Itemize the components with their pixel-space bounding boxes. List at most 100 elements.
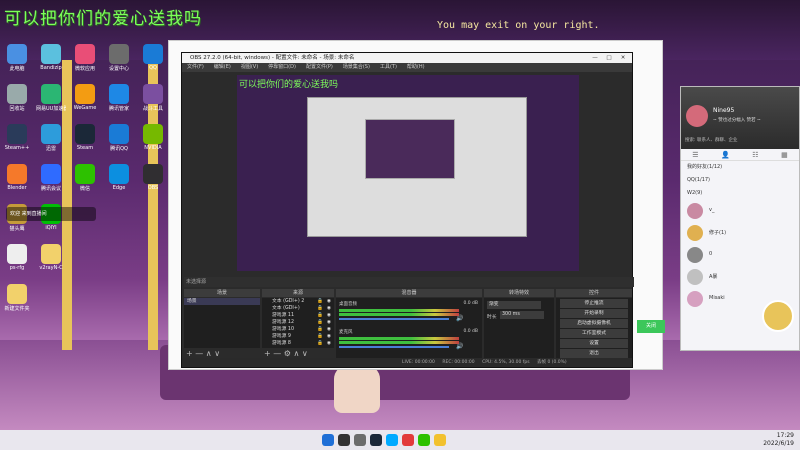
source-item[interactable]: 游戏源 11 ◉ 🔒 [262,312,334,319]
desktop-icon[interactable]: Bandizip [36,44,66,71]
desktop-icon[interactable]: ps-rfg [2,244,32,271]
taskbar-app-icon[interactable] [418,434,430,446]
close-icon[interactable]: ✕ [616,53,630,63]
taskbar-app-icon[interactable] [434,434,446,446]
taskbar-app-icon[interactable] [354,434,366,446]
taskbar-app-icon[interactable] [322,434,334,446]
desktop-icon[interactable]: 腾讯QQ [104,124,134,152]
menu-item[interactable]: 场景集合(S) [343,64,370,70]
qq-status-text[interactable]: ~ 赞也过分幅入 赞若 ~ [713,117,761,123]
source-item[interactable]: 游戏源 10 ◉ 🔒 [262,326,334,333]
desktop-icon[interactable]: 迅雷 [36,124,66,152]
up-icon[interactable]: ∧ [206,349,212,358]
desktop-icon[interactable]: WeGame [70,84,100,111]
eye-icon[interactable]: ◉ [327,326,331,333]
desktop-icon[interactable]: 新建文件夹 [2,284,32,312]
taskbar-app-icon[interactable] [386,434,398,446]
menu-item[interactable]: 配置文件(P) [306,64,333,70]
volume-slider[interactable] [339,346,449,348]
obs-preview[interactable]: 可以把你们的爱心送我吗 [237,75,579,271]
eye-icon[interactable]: ◉ [327,333,331,340]
gear-icon[interactable]: ⚙ [284,349,291,358]
qq-contact[interactable]: 修子(1) [681,222,799,244]
desktop-icon[interactable]: 此电脑 [2,44,32,72]
search-input[interactable]: 搜索: 联系人、群聊、企业 [685,137,795,143]
add-icon[interactable]: + [186,349,193,358]
desktop-icon[interactable]: Blender [2,164,32,191]
volume-slider[interactable] [339,318,449,320]
apps-icon[interactable]: ▦ [781,151,788,159]
desktop-icon[interactable]: v2rayN-C [36,244,66,271]
desktop-icon[interactable]: 设置中心 [104,44,134,72]
control-button[interactable]: 启动虚拟摄像机 [560,319,628,328]
source-item[interactable]: 游戏源 9 ◉ 🔒 [262,333,334,340]
control-button[interactable]: 退出 [560,349,628,358]
source-item[interactable]: 游戏源 8 ◉ 🔒 [262,340,334,347]
close-button[interactable]: 关闭 [637,320,665,333]
add-icon[interactable]: + [264,349,271,358]
duration-input[interactable]: 300 ms [500,311,544,319]
avatar[interactable] [686,105,708,127]
obs-titlebar[interactable]: OBS 27.2.0 (64-bit, windows) - 配置文件: 未命名… [182,53,632,63]
control-button[interactable]: 设置 [560,339,628,348]
menu-item[interactable]: 编辑(E) [214,64,231,70]
qq-contact[interactable]: A暴 [681,266,799,288]
menu-item[interactable]: 工具(T) [380,64,397,70]
desktop-icon[interactable]: NVIDIA [138,124,168,151]
taskbar-app-icon[interactable] [370,434,382,446]
source-item[interactable]: 游戏源 12 ◉ 🔒 [262,319,334,326]
menu-item[interactable]: 停靠窗口(D) [268,64,296,70]
qq-group[interactable]: 我的好友(1/12) [681,161,799,174]
taskbar-app-icon[interactable] [338,434,350,446]
obs-window[interactable]: OBS 27.2.0 (64-bit, windows) - 配置文件: 未命名… [181,52,634,368]
desktop-icon[interactable]: Edge [104,164,134,191]
remove-icon[interactable]: — [195,349,203,358]
lock-icon[interactable]: 🔒 [317,305,323,312]
down-icon[interactable]: ∨ [214,349,220,358]
qq-group[interactable]: W2(9) [681,187,799,200]
lock-icon[interactable]: 🔒 [317,298,323,305]
speaker-icon[interactable]: 🔊 [456,343,463,350]
desktop-icon[interactable]: 腾讯会议 [36,164,66,192]
desktop-icon[interactable]: QQ [138,44,168,71]
eye-icon[interactable]: ◉ [327,319,331,326]
qq-group[interactable]: QQ(1/17) [681,174,799,187]
minimize-icon[interactable]: — [588,53,602,63]
menu-item[interactable]: 视图(V) [241,64,258,70]
control-button[interactable]: 开始录制 [560,309,628,318]
scene-item[interactable]: 场景 [184,298,260,305]
source-item[interactable]: 文本 (GDI+) ◉ 🔒 [262,305,334,312]
chat-icon[interactable]: ☰ [692,151,698,159]
eye-icon[interactable]: ◉ [327,305,331,312]
desktop-icon[interactable]: Steam [70,124,100,151]
menu-item[interactable]: 帮助(H) [407,64,425,70]
lock-icon[interactable]: 🔒 [317,312,323,319]
down-icon[interactable]: ∨ [302,349,308,358]
lock-icon[interactable]: 🔒 [317,326,323,333]
contacts-icon[interactable]: 👤 [721,151,730,159]
maximize-icon[interactable]: □ [602,53,616,63]
eye-icon[interactable]: ◉ [327,340,331,347]
source-item[interactable]: 文本 (GDI+) 2 ◉ 🔒 [262,298,334,305]
desktop-icon[interactable]: 腾讯管家 [104,84,134,112]
desktop-icon[interactable]: OBS [138,164,168,191]
taskbar-app-icon[interactable] [402,434,414,446]
desktop-icon[interactable]: 回收站 [2,84,32,112]
speaker-icon[interactable]: 🔊 [456,315,463,322]
qq-contact[interactable]: 0 [681,244,799,266]
control-button[interactable]: 停止推流 [560,299,628,308]
taskbar-clock[interactable]: 17:29 2022/6/19 [763,432,794,448]
remove-icon[interactable]: — [273,349,281,358]
desktop-icon[interactable]: Steam++ [2,124,32,151]
desktop-icon[interactable]: 微信 [70,164,100,192]
lock-icon[interactable]: 🔒 [317,319,323,326]
desktop-icon[interactable]: 战斗工具 [138,84,168,112]
qq-contact[interactable]: v_ [681,200,799,222]
lock-icon[interactable]: 🔒 [317,340,323,347]
lock-icon[interactable]: 🔒 [317,333,323,340]
desktop-icon[interactable]: 微软应用 [70,44,100,72]
group-icon[interactable]: ☷ [752,151,758,159]
up-icon[interactable]: ∧ [294,349,300,358]
eye-icon[interactable]: ◉ [327,298,331,305]
transition-select[interactable]: 渐变 [487,301,541,309]
